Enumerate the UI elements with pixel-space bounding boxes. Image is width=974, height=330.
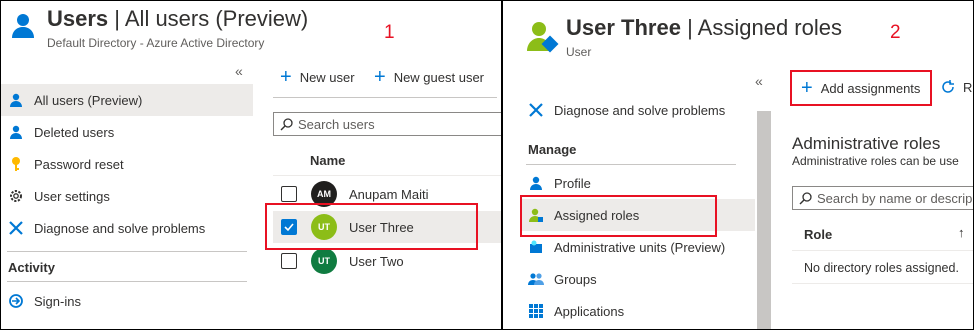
header-separator [792, 250, 973, 251]
wrench-icon [527, 101, 545, 119]
nav-label: User settings [34, 188, 110, 204]
highlight-box-assigned-roles [520, 195, 717, 237]
row-separator [792, 283, 973, 284]
page-subtitle: Default Directory - Azure Active Directo… [47, 36, 265, 50]
users-panel: Users | All users (Preview) Default Dire… [1, 1, 501, 329]
section-manage: Manage [528, 142, 577, 157]
nav-separator [526, 164, 736, 165]
collapse-menu-icon[interactable]: « [235, 63, 243, 79]
user-icon [7, 91, 25, 109]
nav-password-reset[interactable]: Password reset [1, 148, 253, 180]
search-roles-input[interactable]: Search by name or descrip [792, 186, 973, 210]
nav-diagnose[interactable]: Diagnose and solve problems [1, 212, 253, 244]
new-guest-user-button[interactable]: + New guest user [374, 67, 484, 87]
admin-units-icon [527, 238, 545, 256]
nav-separator [7, 281, 247, 282]
refresh-label: R [963, 79, 973, 95]
refresh-icon [942, 80, 954, 93]
search-placeholder: Search users [298, 116, 375, 132]
nav-scrollbar[interactable] [757, 111, 771, 329]
nav-user-settings[interactable]: User settings [1, 180, 253, 212]
new-user-button[interactable]: + New user [280, 67, 355, 87]
page-title-rest: | All users (Preview) [108, 6, 309, 31]
user-name[interactable]: User Two [349, 254, 404, 269]
user-name[interactable]: Anupam Maiti [349, 187, 428, 202]
nav-deleted-users[interactable]: Deleted users [1, 116, 253, 148]
nav-label: Administrative units (Preview) [554, 239, 726, 255]
nav-label: Profile [554, 175, 591, 191]
avatar: UT [311, 248, 337, 274]
nav-label: Applications [554, 303, 625, 319]
highlight-box-user-three [265, 203, 478, 250]
nav-label: Deleted users [34, 124, 115, 140]
nav-groups[interactable]: Groups [521, 263, 755, 295]
refresh-button[interactable]: R [939, 78, 972, 96]
user-roles-panel: User Three | Assigned roles User 2 « Dia… [503, 1, 973, 329]
nav-label: Sign-ins [34, 293, 81, 309]
page-title-rest: | Assigned roles [680, 15, 842, 40]
command-bar-separator [273, 97, 497, 98]
new-user-label: New user [299, 69, 355, 85]
nav-label: Password reset [34, 156, 124, 172]
plus-icon: + [280, 66, 292, 88]
profile-icon [527, 174, 545, 192]
row-checkbox[interactable] [281, 186, 297, 202]
search-icon [799, 191, 812, 204]
column-header-name[interactable]: Name [310, 153, 345, 168]
step-number: 1 [384, 22, 395, 43]
gear-icon [7, 187, 25, 205]
page-title-bold: User Three [566, 15, 681, 40]
row-checkbox[interactable] [281, 253, 297, 269]
nav-separator [7, 251, 247, 252]
key-icon [7, 155, 25, 173]
collapse-menu-icon[interactable]: « [755, 73, 763, 89]
page-title: User Three | Assigned roles [566, 15, 842, 41]
sort-ascending-icon[interactable]: ↑ [958, 225, 965, 240]
page-title: Users | All users (Preview) [47, 6, 308, 32]
users-header-icon [9, 11, 37, 39]
applications-icon [527, 302, 545, 320]
admin-roles-description: Administrative roles can be use [792, 154, 959, 168]
empty-roles-message: No directory roles assigned. [804, 261, 959, 275]
nav-label: Groups [554, 271, 597, 287]
nav-label: Diagnose and solve problems [554, 102, 726, 118]
column-header-role[interactable]: Role [804, 227, 832, 242]
groups-icon [527, 270, 545, 288]
step-number: 2 [890, 22, 901, 43]
nav-label: Diagnose and solve problems [34, 220, 206, 236]
user-header-icon [525, 19, 559, 53]
search-placeholder: Search by name or descrip [817, 190, 973, 206]
section-activity: Activity [8, 260, 55, 275]
search-icon [280, 117, 293, 130]
sign-in-icon [7, 292, 25, 310]
nav-label: All users (Preview) [34, 92, 143, 108]
plus-icon: + [374, 66, 386, 88]
page-title-bold: Users [47, 6, 109, 31]
header-separator [273, 175, 501, 176]
nav-diagnose[interactable]: Diagnose and solve problems [521, 94, 755, 126]
new-guest-user-label: New guest user [393, 69, 485, 85]
nav-all-users[interactable]: All users (Preview) [1, 84, 253, 116]
deleted-user-icon [7, 123, 25, 141]
nav-sign-ins[interactable]: Sign-ins [1, 285, 253, 317]
search-users-input[interactable]: Search users [273, 112, 501, 136]
highlight-box-add-assignments [790, 70, 932, 106]
nav-applications[interactable]: Applications [521, 295, 755, 327]
admin-roles-heading: Administrative roles [792, 134, 941, 153]
page-subtitle: User [566, 45, 592, 59]
wrench-icon [7, 219, 25, 237]
